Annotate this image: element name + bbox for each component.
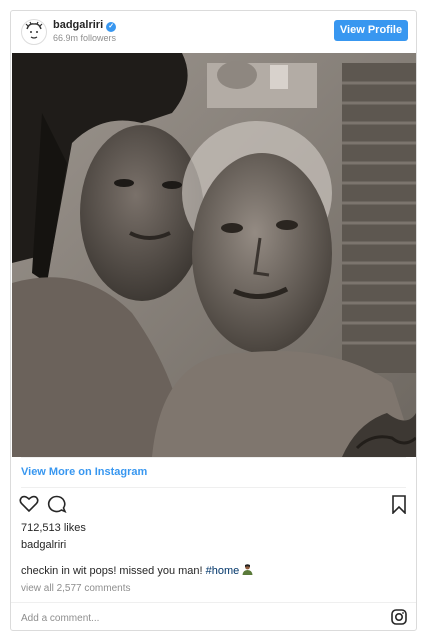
post-header: badgalriri ✓ 66.9m followers View Profile	[11, 11, 416, 53]
view-profile-button[interactable]: View Profile	[334, 20, 408, 41]
avatar[interactable]	[21, 19, 47, 45]
person-emoji-icon	[242, 564, 253, 577]
instagram-embed-card: badgalriri ✓ 66.9m followers View Profile	[10, 10, 417, 631]
username[interactable]: badgalriri ✓	[53, 19, 117, 32]
username-label[interactable]: badgalriri	[53, 19, 103, 31]
post-image	[12, 53, 416, 457]
hashtag-link[interactable]: #home	[206, 565, 240, 577]
comment-divider	[11, 602, 416, 603]
caption-username[interactable]: badgalriri	[21, 539, 66, 551]
photo-divider	[21, 457, 406, 458]
add-comment-input[interactable]: Add a comment...	[21, 613, 99, 624]
verified-badge-icon: ✓	[106, 22, 117, 32]
instagram-logo-icon[interactable]	[391, 609, 407, 630]
avatar-illustration-icon	[23, 21, 45, 43]
caption: checkin in wit pops! missed you man! #ho…	[21, 564, 253, 577]
followers-count: 66.9m followers	[53, 33, 117, 43]
view-comments-link[interactable]: view all 2,577 comments	[21, 583, 131, 594]
heart-icon[interactable]	[19, 495, 39, 518]
likes-count: 712,513 likes	[21, 522, 86, 534]
actions-divider	[21, 487, 406, 488]
caption-text: checkin in wit pops! missed you man!	[21, 565, 203, 577]
post-photo[interactable]	[12, 53, 416, 457]
bookmark-icon[interactable]	[391, 495, 407, 519]
view-more-link[interactable]: View More on Instagram	[21, 466, 147, 478]
comment-bubble-icon[interactable]	[47, 495, 67, 518]
